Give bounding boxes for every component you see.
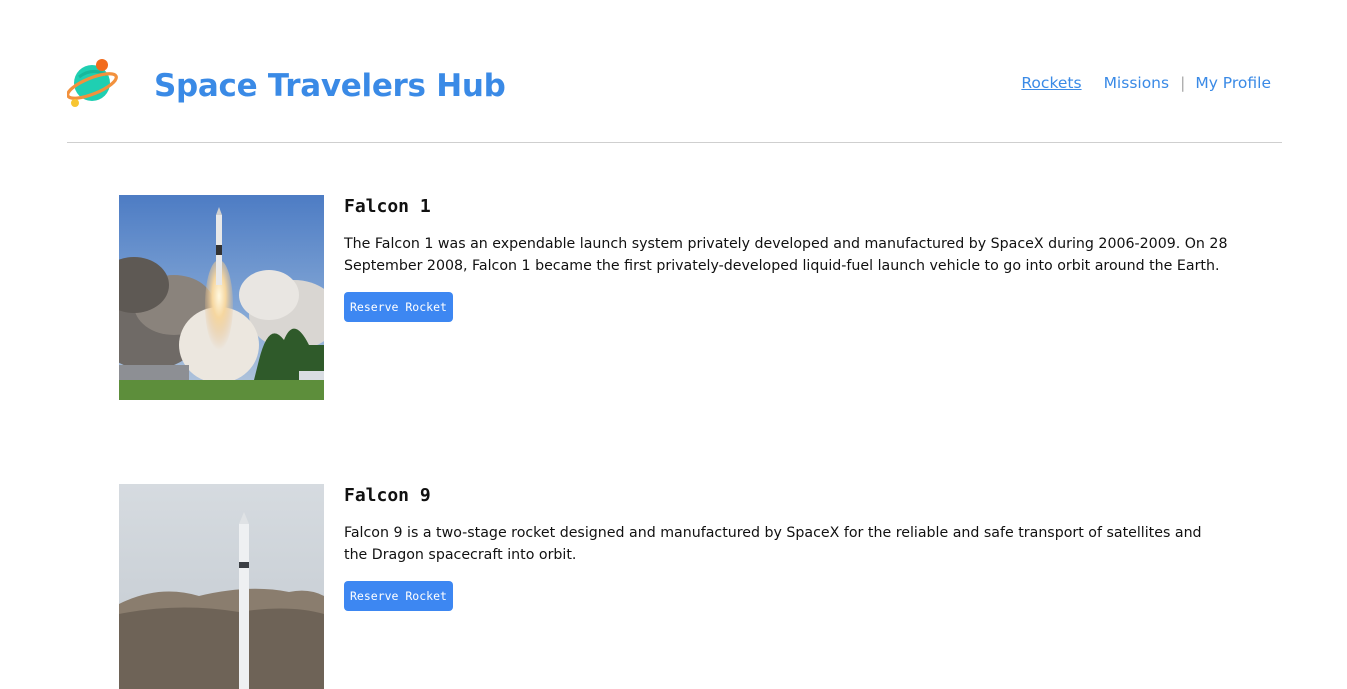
rocket-name: Falcon 9 <box>344 485 431 506</box>
nav-rockets-link[interactable]: Rockets <box>1021 74 1081 92</box>
nav-my-profile-link[interactable]: My Profile <box>1195 74 1271 92</box>
rocket-name: Falcon 1 <box>344 196 431 217</box>
rocket-launch-photo <box>119 195 324 400</box>
rocket-description: Falcon 9 is a two-stage rocket designed … <box>344 525 1202 563</box>
rocket-image <box>119 195 324 400</box>
nav-missions-link[interactable]: Missions <box>1104 74 1170 92</box>
reserve-rocket-button[interactable]: Reserve Rocket <box>344 581 453 611</box>
nav-separator: | <box>1180 74 1186 92</box>
planet-logo-icon[interactable] <box>67 57 119 109</box>
reserve-rocket-button[interactable]: Reserve Rocket <box>344 292 453 322</box>
rocket-image <box>119 484 324 689</box>
site-header: Space Travelers Hub Rockets Missions | M… <box>67 0 1282 143</box>
rocket-description: The Falcon 1 was an expendable launch sy… <box>344 236 1228 274</box>
main-nav: Rockets Missions | My Profile <box>1021 74 1271 92</box>
rocket-on-pad-photo <box>119 484 324 689</box>
site-title[interactable]: Space Travelers Hub <box>154 64 506 108</box>
